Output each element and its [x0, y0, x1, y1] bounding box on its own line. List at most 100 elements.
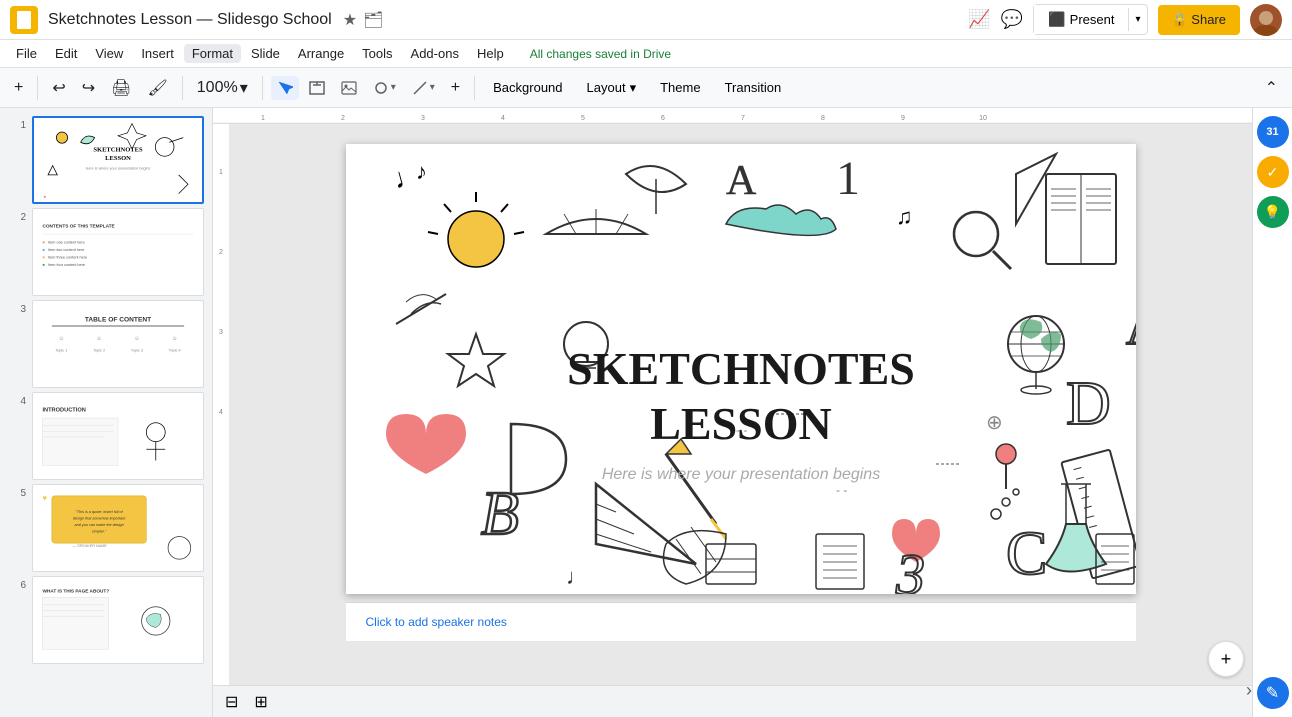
svg-text:3: 3: [421, 115, 425, 122]
menu-insert[interactable]: Insert: [133, 44, 182, 63]
app-logo-inner: [17, 11, 31, 29]
svg-text:♥: ♥: [43, 194, 46, 199]
svg-text:1: 1: [261, 115, 265, 122]
filmstrip-view-button[interactable]: ⊟: [221, 688, 242, 716]
redo-button[interactable]: ↪: [76, 74, 101, 102]
slide-canvas-area[interactable]: ♩ ♪ A 1: [229, 124, 1252, 717]
edit-button[interactable]: ✎: [1257, 677, 1289, 709]
menu-format[interactable]: Format: [184, 44, 241, 63]
add-slide-fab[interactable]: +: [1208, 641, 1244, 677]
svg-text:"This is a quote, insert full: "This is a quote, insert full of: [76, 510, 124, 514]
image-button[interactable]: [335, 76, 363, 100]
menu-view[interactable]: View: [87, 44, 131, 63]
text-box-button[interactable]: [303, 76, 331, 100]
svg-text:LESSON: LESSON: [105, 155, 131, 162]
present-caret-button[interactable]: ▾: [1128, 8, 1146, 31]
edit-icon: ✎: [1266, 683, 1279, 703]
shapes-button[interactable]: ▾: [367, 76, 402, 100]
expand-icon[interactable]: ›: [1246, 680, 1252, 701]
theme-button[interactable]: Theme: [650, 76, 710, 99]
more-tools-button[interactable]: +: [445, 75, 466, 101]
header-right: 📈 💬 ⬛ Present ▾ 🔒 Share: [968, 4, 1282, 36]
user-avatar[interactable]: [1250, 4, 1282, 36]
transition-button[interactable]: Transition: [715, 76, 792, 99]
svg-text:2: 2: [219, 249, 223, 256]
svg-text:— SPEAKER NAME: — SPEAKER NAME: [72, 544, 107, 548]
svg-text:Topic 4: Topic 4: [169, 349, 181, 353]
undo-button[interactable]: ↩: [46, 74, 71, 102]
slide-thumbnail-1[interactable]: 1 SKETCHNOTES LESSON Here is where your …: [8, 116, 204, 204]
slide-number-2: 2: [8, 208, 26, 223]
collapse-toolbar-button[interactable]: ⌃: [1259, 74, 1284, 102]
menu-slide[interactable]: Slide: [243, 44, 288, 63]
calendar-button[interactable]: 31: [1257, 116, 1289, 148]
slide-number-5: 5: [8, 484, 26, 499]
svg-text:♪: ♪: [416, 159, 427, 184]
svg-text:SKETCHNOTES: SKETCHNOTES: [567, 343, 915, 394]
keep-icon: 💡: [1264, 204, 1281, 221]
menu-file[interactable]: File: [8, 44, 45, 63]
present-button[interactable]: ⬛ Present: [1034, 5, 1128, 34]
zoom-button[interactable]: 100% ▾: [191, 74, 254, 102]
svg-text:simpler.": simpler.": [92, 530, 107, 534]
slide-thumbnail-6[interactable]: 6 WHAT IS THIS PAGE ABOUT?: [8, 576, 204, 664]
bottom-bar: ⊟ ⊞ +: [213, 685, 1252, 717]
slide-image-2[interactable]: CONTENTS OF THIS TEMPLATE ■Item one cont…: [32, 208, 204, 296]
main-slide[interactable]: ♩ ♪ A 1: [346, 144, 1136, 594]
layout-button[interactable]: Layout ▾: [577, 76, 647, 100]
main-area: 1 SKETCHNOTES LESSON Here is where your …: [0, 108, 1292, 717]
slide-number-4: 4: [8, 392, 26, 407]
svg-text:Here is where your presentatio: Here is where your presentation begins: [86, 166, 151, 170]
slide-thumbnail-3[interactable]: 3 TABLE OF CONTENT ☺ ☺ ☺ ☺ Topic 1 Topic…: [8, 300, 204, 388]
svg-text:☺: ☺: [96, 336, 102, 342]
svg-text:♫: ♫: [896, 204, 913, 229]
slide-image-4[interactable]: INTRODUCTION: [32, 392, 204, 480]
tasks-button[interactable]: ✓: [1257, 156, 1289, 188]
svg-text:3: 3: [219, 329, 223, 336]
toolbar: + ↩ ↪ 🖨 🖌 100% ▾ ▾ ▾ + Background Layout…: [0, 68, 1292, 108]
expand-panel-button[interactable]: ›: [1246, 680, 1252, 701]
share-button[interactable]: 🔒 Share: [1158, 5, 1241, 35]
menu-edit[interactable]: Edit: [47, 44, 85, 63]
grid-view-button[interactable]: ⊞: [250, 688, 271, 716]
slide-image-5[interactable]: ♥ "This is a quote, insert full of desig…: [32, 484, 204, 572]
slide-image-3[interactable]: TABLE OF CONTENT ☺ ☺ ☺ ☺ Topic 1 Topic 2…: [32, 300, 204, 388]
svg-text:2: 2: [341, 115, 345, 122]
present-button-group: ⬛ Present ▾: [1033, 4, 1147, 35]
slide-thumbnail-4[interactable]: 4 INTRODUCTION: [8, 392, 204, 480]
paint-format-button[interactable]: 🖌: [141, 74, 173, 102]
slide-image-1[interactable]: SKETCHNOTES LESSON Here is where your pr…: [32, 116, 204, 204]
add-slide-button[interactable]: +: [8, 75, 29, 101]
slide-image-6[interactable]: WHAT IS THIS PAGE ABOUT?: [32, 576, 204, 664]
keep-button[interactable]: 💡: [1257, 196, 1289, 228]
svg-text:5: 5: [581, 115, 585, 122]
svg-text:♥: ♥: [42, 494, 47, 503]
folder-icon[interactable]: 🗂: [363, 10, 383, 30]
svg-text:☺: ☺: [134, 336, 140, 342]
svg-text:LESSON: LESSON: [650, 398, 832, 449]
star-icon[interactable]: ★: [343, 10, 357, 30]
svg-text:1: 1: [219, 169, 223, 176]
slide-thumbnail-2[interactable]: 2 CONTENTS OF THIS TEMPLATE ■Item one co…: [8, 208, 204, 296]
slide-thumbnail-5[interactable]: 5 ♥ "This is a quote, insert full of des…: [8, 484, 204, 572]
comments-icon[interactable]: 💬: [1001, 9, 1023, 30]
line-button[interactable]: ▾: [406, 76, 441, 100]
speaker-notes-area[interactable]: Click to add speaker notes: [346, 602, 1136, 641]
speaker-notes-placeholder: Click to add speaker notes: [366, 615, 507, 629]
menu-addons[interactable]: Add-ons: [403, 44, 467, 63]
calendar-icon: 31: [1266, 126, 1278, 138]
background-button[interactable]: Background: [483, 76, 572, 99]
toolbar-separator-2: [182, 76, 183, 100]
svg-text:Here is where your presentatio: Here is where your presentation begins: [601, 466, 879, 483]
menu-tools[interactable]: Tools: [354, 44, 400, 63]
analytics-icon[interactable]: 📈: [968, 9, 990, 30]
svg-text:SKETCHNOTES: SKETCHNOTES: [93, 147, 143, 154]
toolbar-separator: [37, 76, 38, 100]
svg-text:♩: ♩: [566, 564, 588, 589]
menu-help[interactable]: Help: [469, 44, 512, 63]
select-tool-button[interactable]: [271, 76, 299, 100]
svg-text:8: 8: [821, 115, 825, 122]
svg-text:C: C: [1006, 520, 1047, 588]
menu-arrange[interactable]: Arrange: [290, 44, 352, 63]
print-button[interactable]: 🖨: [105, 74, 137, 102]
